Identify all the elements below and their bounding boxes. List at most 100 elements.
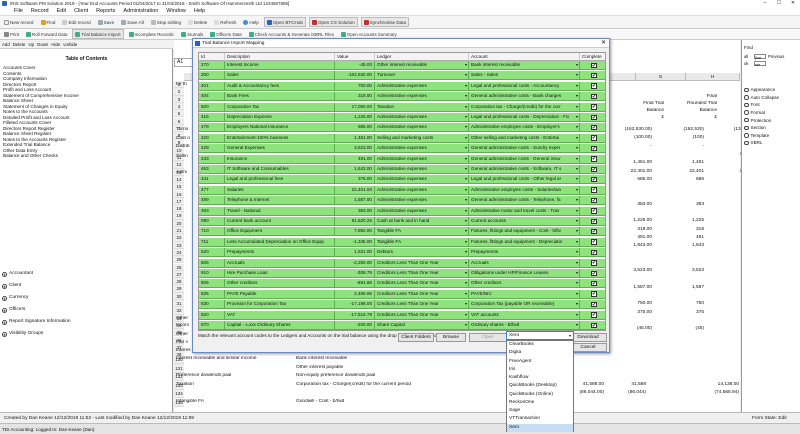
account-select[interactable]: Administrative employee costs - Salaries… — [469, 185, 580, 195]
hide-button[interactable]: Hide — [51, 42, 60, 47]
account-select[interactable]: Administrative employee costs - Employer… — [469, 123, 580, 132]
help-button[interactable]: Help — [241, 17, 260, 27]
row-number[interactable]: 12 — [174, 161, 184, 169]
new-record-button[interactable]: New record — [2, 17, 36, 27]
mapping-row[interactable]: 493 Travel - National 383.00 Administrative… — [199, 206, 605, 216]
value-cell[interactable]: 1,225.00 — [604, 218, 652, 223]
row-number[interactable]: 131 — [174, 364, 184, 373]
value-cell[interactable]: 1,843 — [662, 243, 704, 248]
value-cell[interactable]: 14,138.00 — [694, 382, 739, 387]
value-cell[interactable]: 1,461.00 — [604, 160, 652, 165]
row-label[interactable]: Preference dividends paid — [176, 373, 231, 378]
account-select[interactable]: Obligations under HP/Finance Leases ▾ — [469, 269, 580, 278]
row-description[interactable]: Corporation tax - Charge/(credit) for th… — [296, 382, 411, 387]
complete-checkbox[interactable]: ✔ — [591, 93, 597, 100]
account-select[interactable]: Other creditors ▾ — [469, 279, 580, 288]
mapping-row[interactable]: 401 Audit & Accountancy fees 750.00 Adminis… — [199, 81, 605, 91]
maximize-button[interactable]: ☐ — [772, 0, 786, 7]
software-option[interactable]: Kashflow — [507, 374, 573, 382]
menu-window[interactable]: Window — [166, 8, 186, 14]
value-cell[interactable]: 383.00 — [604, 202, 652, 207]
accounting-software-select[interactable]: Xero ▾ — [506, 331, 574, 340]
account-select[interactable]: Accruals ▾ — [469, 258, 580, 268]
menu-administration[interactable]: Administration — [123, 8, 158, 14]
complete-checkbox[interactable]: ✔ — [591, 124, 597, 131]
row-number[interactable]: 16 — [174, 190, 184, 198]
tree-item[interactable]: ▾ Visibility Groups — [2, 328, 170, 340]
account-select[interactable]: VAT accounts ▾ — [469, 310, 580, 320]
value-cell[interactable]: (162,530.00) — [604, 127, 652, 132]
expand-circle-icon[interactable]: ▾ — [2, 271, 7, 277]
row-number[interactable]: 28 — [174, 278, 184, 286]
add-section-button[interactable]: Add — [2, 42, 10, 47]
software-option[interactable]: QuickBooks (Online) — [507, 391, 573, 399]
account-select[interactable]: General administrative costs - Bank char… — [469, 92, 580, 101]
row-label[interactable]: Other — [176, 332, 188, 337]
row-label[interactable]: Cost o — [176, 136, 190, 141]
account-select[interactable]: Legal and professional costs - Other leg… — [469, 175, 580, 184]
account-select[interactable]: Other selling and marketing costs - Ente… — [469, 133, 580, 143]
row-description[interactable]: Other interest payable — [296, 365, 343, 370]
value-cell[interactable]: 1,587 — [662, 285, 704, 290]
mapping-row[interactable]: 820 VAT -17,616.78 Creditors Less Than One … — [199, 310, 605, 320]
row-number[interactable]: 31 — [174, 300, 184, 308]
mapping-row[interactable]: 806 Other creditors -891.68 Creditors Less … — [199, 279, 605, 289]
row-number[interactable]: 134 — [174, 390, 184, 399]
open-btchub-button[interactable]: Open BTCHub — [263, 17, 306, 27]
account-select[interactable]: Fixtures, fittings and equipment - Depre… — [469, 237, 580, 247]
row-number[interactable]: 22 — [174, 234, 184, 242]
download-button[interactable]: Download — [569, 333, 607, 342]
row-number[interactable]: 27 — [174, 270, 184, 279]
ledger-select[interactable]: Cash at bank and in hand ▾ — [375, 217, 469, 226]
row-description[interactable]: Goodwill - Cost - b/fwd — [296, 399, 344, 404]
account-select[interactable]: General administrative costs - Telephone… — [469, 196, 580, 205]
complete-checkbox[interactable]: ✔ — [591, 83, 597, 89]
row-number[interactable]: 30 — [174, 292, 184, 300]
ledger-select[interactable]: Administrative expenses ▾ — [375, 185, 469, 195]
row-number[interactable]: 2 — [174, 88, 184, 96]
edit-record-button[interactable]: Edit record — [60, 17, 92, 27]
previous-option[interactable]: Previous — [768, 54, 784, 59]
mapping-row[interactable]: 830 Provision for Corporation Tax -17,198.… — [199, 300, 605, 310]
software-option[interactable]: VTTransaction — [507, 415, 573, 423]
ledger-select[interactable]: Administrative expenses ▾ — [375, 196, 469, 205]
property-item[interactable]: XBRL — [742, 139, 800, 147]
complete-checkbox[interactable]: ✔ — [591, 114, 597, 120]
mapping-row[interactable]: 433 Insurance 491.00 Administrative expense… — [199, 154, 605, 164]
find-option-ok[interactable]: ok — [744, 61, 748, 66]
ledger-select[interactable]: Turnover ▾ — [375, 71, 469, 80]
mapping-row[interactable]: 463 IT Software and Consumables 1,643.00 Ad… — [199, 165, 605, 175]
column-header[interactable]: G — [636, 73, 686, 81]
save-button[interactable]: Save — [96, 17, 116, 27]
complete-checkbox[interactable]: ✔ — [591, 62, 597, 68]
complete-checkbox[interactable]: ✔ — [591, 270, 597, 276]
open-cs-solution-button[interactable]: Open CS Solution — [308, 17, 358, 27]
mapping-row[interactable]: 429 General Expenses 3,523.00 Administrativ… — [199, 144, 605, 154]
software-option[interactable]: Digita — [507, 349, 573, 357]
row-number[interactable]: 32 — [174, 307, 184, 315]
mapping-row[interactable]: 910 Hire Purchase Loan -308.79 Creditors Le… — [199, 269, 605, 279]
close-window-button[interactable]: ✕ — [786, 0, 800, 7]
row-number[interactable]: 18 — [174, 205, 184, 213]
find-option-ste[interactable]: ste — [754, 61, 766, 67]
minimize-button[interactable]: – — [758, 0, 772, 7]
property-item[interactable]: Auto Collapse — [742, 94, 800, 102]
value-cell[interactable]: 3,523.00 — [604, 268, 652, 273]
mapping-row[interactable]: 825 PAYE Payable 2,466.06 Creditors Less Th… — [199, 289, 605, 299]
row-number[interactable]: 25 — [174, 256, 184, 264]
complete-checkbox[interactable]: ✔ — [591, 228, 597, 235]
complete-checkbox[interactable]: ✔ — [591, 218, 597, 224]
account-select[interactable]: Legal and professional costs - Depreciat… — [469, 113, 580, 122]
value-cell[interactable]: 375.00 — [604, 310, 652, 315]
account-select[interactable]: General administrative costs - Sundry ex… — [469, 144, 580, 153]
move-down-button[interactable]: Down — [37, 42, 48, 47]
ledger-select[interactable]: Administrative expenses ▾ — [375, 206, 469, 216]
mapping-row[interactable]: 441 Legal and professional fees 375.00 Admi… — [199, 175, 605, 185]
row-label[interactable]: Interes — [176, 348, 191, 353]
value-cell[interactable]: - — [662, 144, 704, 149]
value-cell[interactable]: (74,568.94) — [694, 390, 739, 395]
account-select[interactable]: Sales - Sales ▾ — [469, 71, 580, 80]
value-cell[interactable]: 3,523 — [662, 268, 704, 273]
software-option[interactable]: Xero — [507, 423, 573, 432]
row-number[interactable]: 21 — [174, 227, 184, 235]
